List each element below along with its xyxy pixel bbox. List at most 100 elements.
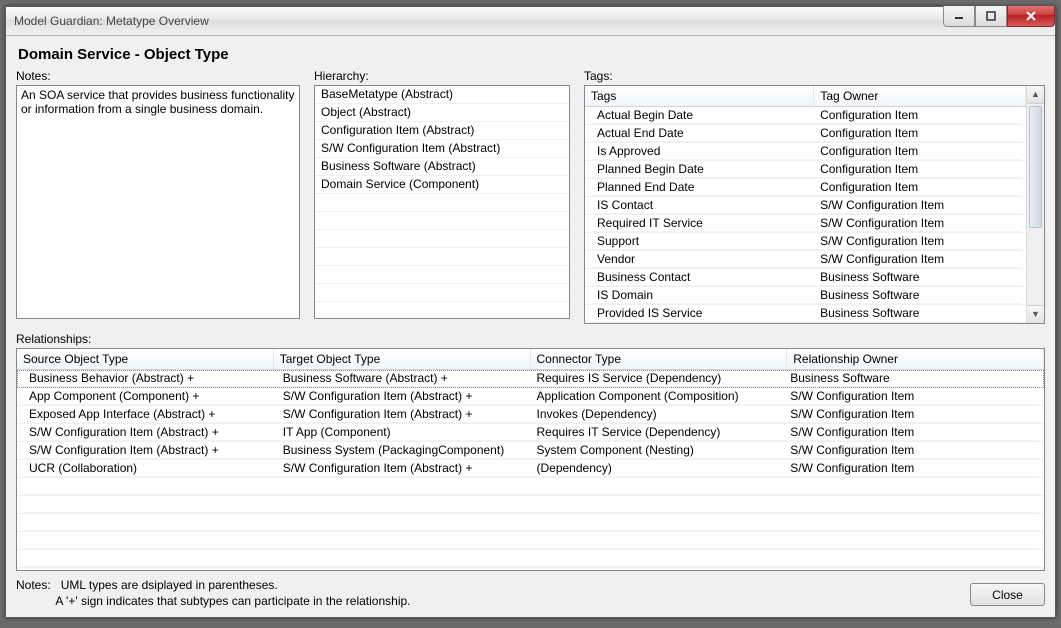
notes-text[interactable]: An SOA service that provides business fu… [16, 85, 300, 319]
hierarchy-item[interactable] [315, 302, 569, 319]
footer-note-line2: A '+' sign indicates that subtypes can p… [55, 594, 410, 608]
tags-row[interactable]: Actual End DateConfiguration Item [585, 125, 1026, 143]
relationship-cell [531, 496, 785, 513]
relationship-row[interactable] [17, 550, 1044, 568]
tags-cell-owner: Business Software [814, 287, 1020, 304]
relationship-row[interactable] [17, 514, 1044, 532]
tags-grid[interactable]: Tags Tag Owner Actual Begin DateConfigur… [584, 85, 1045, 324]
relationship-cell [784, 532, 1038, 549]
footer-notes-label: Notes: [16, 578, 51, 592]
tags-cell-name: Actual End Date [591, 125, 814, 142]
tags-row[interactable]: Business ContactBusiness Software [585, 269, 1026, 287]
maximize-icon [986, 11, 996, 21]
relationship-row[interactable]: S/W Configuration Item (Abstract) +Busin… [17, 442, 1044, 460]
relationships-label: Relationships: [16, 332, 1045, 346]
tags-row[interactable]: Is ApprovedConfiguration Item [585, 143, 1026, 161]
relationship-row[interactable]: S/W Configuration Item (Abstract) +IT Ap… [17, 424, 1044, 442]
hierarchy-item[interactable] [315, 230, 569, 248]
tags-cell-owner: Configuration Item [814, 161, 1020, 178]
relationship-cell: System Component (Nesting) [531, 442, 785, 459]
relationship-row[interactable]: App Component (Component) +S/W Configura… [17, 388, 1044, 406]
hierarchy-panel: Hierarchy: BaseMetatype (Abstract)Object… [314, 69, 570, 324]
tags-row[interactable]: Provided IS ServiceBusiness Software [585, 305, 1026, 323]
hierarchy-item[interactable] [315, 266, 569, 284]
tags-cell-name: Vendor [591, 251, 814, 268]
tags-row[interactable]: VendorS/W Configuration Item [585, 251, 1026, 269]
tags-scrollbar[interactable]: ▲ ▼ [1026, 86, 1044, 323]
client-area: Domain Service - Object Type Notes: An S… [6, 36, 1055, 617]
window-title: Model Guardian: Metatype Overview [14, 14, 209, 28]
tags-cell-owner: S/W Configuration Item [814, 233, 1020, 250]
notes-label: Notes: [16, 69, 300, 83]
hierarchy-item[interactable] [315, 284, 569, 302]
hierarchy-item[interactable] [315, 248, 569, 266]
relationship-row[interactable]: Business Behavior (Abstract) +Business S… [17, 370, 1044, 388]
rel-col-connector[interactable]: Connector Type [531, 349, 788, 369]
relationship-cell [784, 496, 1038, 513]
relationships-grid[interactable]: Source Object Type Target Object Type Co… [16, 348, 1045, 571]
relationship-row[interactable] [17, 532, 1044, 550]
relationship-cell: S/W Configuration Item [784, 460, 1038, 477]
tags-cell-name: Planned Begin Date [591, 161, 814, 178]
tags-row[interactable]: Actual Begin DateConfiguration Item [585, 107, 1026, 125]
rel-col-source[interactable]: Source Object Type [17, 349, 274, 369]
relationship-row[interactable] [17, 496, 1044, 514]
relationship-cell [23, 550, 277, 567]
hierarchy-item[interactable]: S/W Configuration Item (Abstract) [315, 140, 569, 158]
relationship-row[interactable] [17, 478, 1044, 496]
hierarchy-list[interactable]: BaseMetatype (Abstract)Object (Abstract)… [314, 85, 570, 319]
tags-cell-owner: Configuration Item [814, 125, 1020, 142]
relationship-cell [531, 478, 785, 495]
close-button[interactable]: Close [970, 583, 1045, 606]
relationship-cell: S/W Configuration Item (Abstract) + [277, 388, 531, 405]
relationship-cell: Requires IT Service (Dependency) [531, 424, 785, 441]
tags-row[interactable]: SupportS/W Configuration Item [585, 233, 1026, 251]
relationship-cell [531, 532, 785, 549]
hierarchy-item[interactable]: Domain Service (Component) [315, 176, 569, 194]
hierarchy-label: Hierarchy: [314, 69, 570, 83]
relationship-cell: S/W Configuration Item [784, 442, 1038, 459]
tags-col-tags[interactable]: Tags [585, 86, 814, 106]
scroll-down-icon[interactable]: ▼ [1027, 305, 1044, 323]
relationship-row[interactable]: Exposed App Interface (Abstract) +S/W Co… [17, 406, 1044, 424]
relationship-cell: S/W Configuration Item (Abstract) + [277, 406, 531, 423]
page-heading: Domain Service - Object Type [16, 42, 1045, 69]
tags-cell-name: Actual Begin Date [591, 107, 814, 124]
relationship-cell: Business System (PackagingComponent) [277, 442, 531, 459]
tags-cell-name: IS Domain [591, 287, 814, 304]
relationship-cell: S/W Configuration Item (Abstract) + [277, 460, 531, 477]
rel-col-owner[interactable]: Relationship Owner [787, 349, 1044, 369]
maximize-button[interactable] [975, 6, 1007, 27]
tags-row[interactable]: Required IT ServiceS/W Configuration Ite… [585, 215, 1026, 233]
tags-body: Actual Begin DateConfiguration ItemActua… [585, 107, 1026, 323]
tags-row[interactable]: Planned End DateConfiguration Item [585, 179, 1026, 197]
relationship-cell: S/W Configuration Item [784, 388, 1038, 405]
tags-header: Tags Tag Owner [585, 86, 1026, 107]
hierarchy-item[interactable]: Object (Abstract) [315, 104, 569, 122]
hierarchy-item[interactable]: Business Software (Abstract) [315, 158, 569, 176]
footer-notes: Notes: UML types are dsiplayed in parent… [16, 577, 411, 609]
scroll-thumb[interactable] [1029, 106, 1042, 228]
tags-row[interactable]: Planned Begin DateConfiguration Item [585, 161, 1026, 179]
tags-row[interactable]: IS DomainBusiness Software [585, 287, 1026, 305]
tags-col-owner[interactable]: Tag Owner [814, 86, 1026, 106]
relationship-cell [277, 550, 531, 567]
relationship-cell [531, 514, 785, 531]
close-window-button[interactable] [1007, 6, 1055, 27]
tags-row[interactable]: IS ContactS/W Configuration Item [585, 197, 1026, 215]
rel-col-target[interactable]: Target Object Type [274, 349, 531, 369]
relationship-row[interactable]: UCR (Collaboration)S/W Configuration Ite… [17, 460, 1044, 478]
scroll-up-icon[interactable]: ▲ [1027, 86, 1044, 104]
hierarchy-item[interactable]: Configuration Item (Abstract) [315, 122, 569, 140]
hierarchy-item[interactable] [315, 194, 569, 212]
tags-cell-owner: Configuration Item [814, 143, 1020, 160]
minimize-button[interactable] [943, 6, 975, 27]
tags-cell-owner: Configuration Item [814, 179, 1020, 196]
hierarchy-item[interactable]: BaseMetatype (Abstract) [315, 86, 569, 104]
tags-cell-owner: Business Software [814, 305, 1020, 322]
hierarchy-item[interactable] [315, 212, 569, 230]
relationship-cell: S/W Configuration Item (Abstract) + [23, 424, 277, 441]
tags-cell-name: Business Contact [591, 269, 814, 286]
titlebar[interactable]: Model Guardian: Metatype Overview [6, 7, 1055, 36]
relationships-body: Business Behavior (Abstract) +Business S… [17, 370, 1044, 568]
